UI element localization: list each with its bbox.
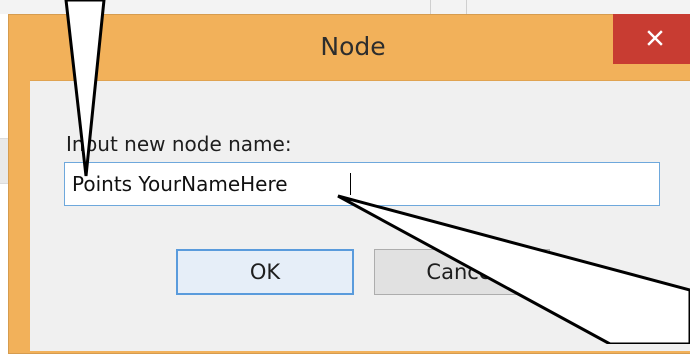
node-name-input[interactable] (64, 162, 660, 206)
text-caret (350, 173, 351, 195)
dialog-client-area: Input new node name: OK Cancel (30, 80, 690, 351)
close-icon (647, 30, 663, 46)
prompt-label: Input new node name: (66, 132, 292, 156)
title-bar[interactable]: Node (8, 14, 690, 80)
background-divider (466, 0, 467, 14)
dialog-title: Node (320, 32, 386, 61)
node-dialog: Node Input new node name: OK Cancel (8, 14, 690, 354)
close-button[interactable] (613, 14, 690, 64)
background-window-strip (0, 0, 690, 14)
ok-button[interactable]: OK (176, 249, 354, 295)
cancel-button[interactable]: Cancel (374, 249, 550, 295)
background-divider (430, 0, 431, 14)
